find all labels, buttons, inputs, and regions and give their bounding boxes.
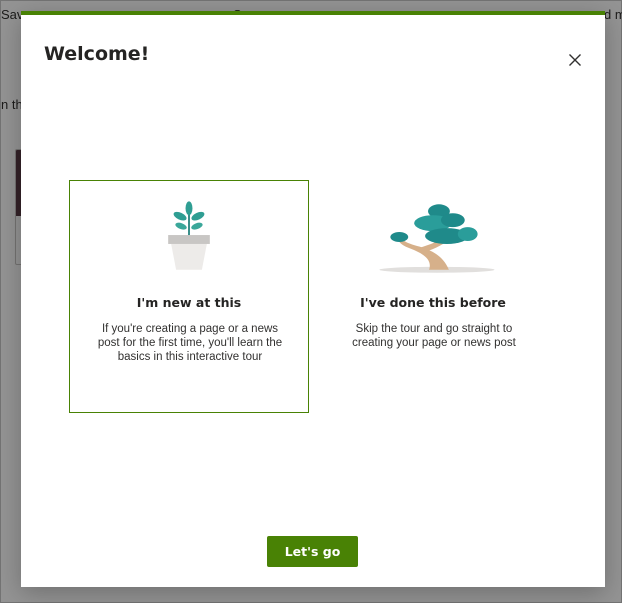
close-icon <box>569 54 581 66</box>
option-experienced-user[interactable]: I've done this before Skip the tour and … <box>313 180 553 413</box>
seedling-pot-icon <box>168 201 210 270</box>
option-title: I've done this before <box>360 295 506 310</box>
close-button[interactable] <box>561 46 589 74</box>
option-new-user[interactable]: I'm new at this If you're creating a pag… <box>69 180 309 413</box>
bonsai-tree-icon <box>379 204 495 273</box>
option-title: I'm new at this <box>136 295 242 310</box>
dialog-title: Welcome! <box>44 43 150 65</box>
option-description: Skip the tour and go straight to creatin… <box>352 323 516 349</box>
lets-go-button[interactable]: Let's go <box>267 536 358 567</box>
option-description: If you're creating a page or a news post… <box>97 323 283 363</box>
welcome-dialog: Welcome! I'm new at this If you're creat… <box>21 11 605 587</box>
